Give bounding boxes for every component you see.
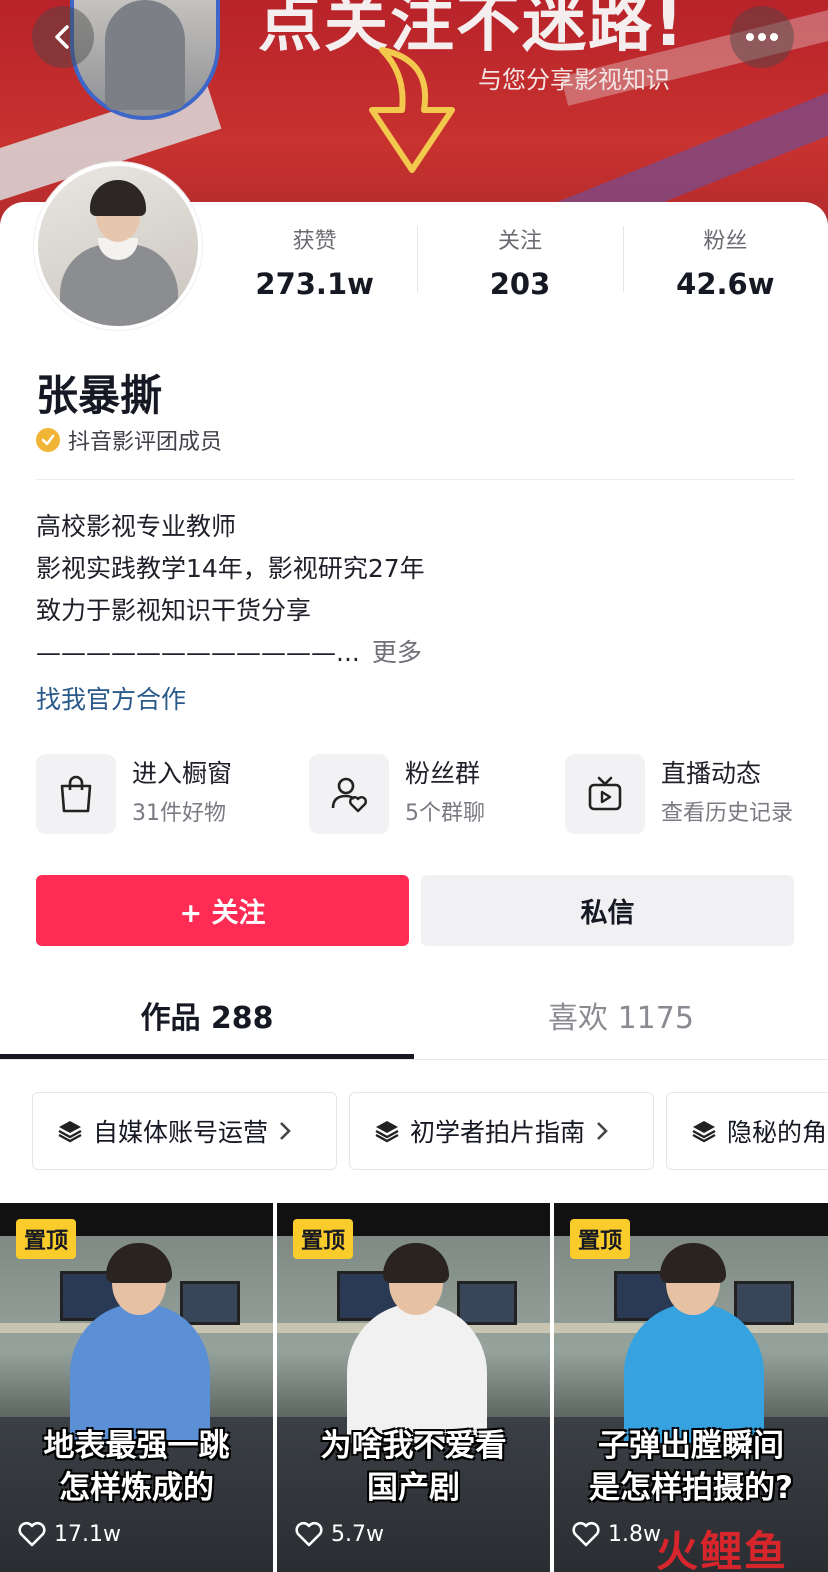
fan-group-icon	[331, 777, 367, 813]
more-button[interactable]	[730, 6, 794, 68]
layers-icon	[375, 1121, 399, 1143]
active-tab-indicator	[0, 1054, 414, 1059]
video-likes: 17.1w	[18, 1521, 121, 1547]
arrow-down-icon	[369, 47, 455, 173]
video-likes: 5.7w	[295, 1521, 384, 1547]
layers-icon	[692, 1121, 716, 1143]
verification-badge[interactable]: 抖音影评团成员	[36, 424, 222, 456]
pinned-badge: 置顶	[293, 1219, 354, 1259]
banner-person-image	[105, 0, 185, 110]
video-thumbnail-person	[347, 1303, 487, 1443]
pinned-badge: 置顶	[570, 1219, 631, 1259]
tab-likes[interactable]: 喜欢 1175	[414, 984, 828, 1054]
chevron-right-icon	[597, 1122, 608, 1140]
shopping-bag-icon	[60, 775, 92, 813]
stat-label: 关注	[497, 229, 542, 254]
collection-label: 初学者拍片指南	[410, 1118, 586, 1147]
likes-count: 5.7w	[331, 1521, 384, 1547]
banner-subtitle: 与您分享影视知识	[478, 66, 670, 94]
feature-subtitle: 31件好物	[132, 801, 226, 826]
feature-live-history[interactable]: 直播动态 查看历史记录	[565, 754, 793, 834]
avatar[interactable]	[34, 162, 202, 330]
video-tile[interactable]: 置顶 子弹出膛瞬间 是怎样拍摄的? 1.8w	[554, 1203, 828, 1572]
layers-icon	[58, 1121, 82, 1143]
profile-stats: 获赞 273.1w 关注 203 粉丝 42.6w	[212, 226, 828, 301]
divider	[36, 479, 794, 480]
bio-line: 致力于影视知识干货分享	[36, 596, 312, 625]
likes-count: 1.8w	[608, 1521, 661, 1547]
video-tile[interactable]: 置顶 地表最强一跳 怎样炼成的 17.1w	[0, 1203, 273, 1572]
live-tv-icon	[588, 776, 622, 811]
collection-label: 隐秘的角	[727, 1118, 828, 1147]
verified-check-icon	[36, 428, 60, 452]
video-caption: 为啥我不爱看 国产剧	[320, 1428, 507, 1506]
stat-followers[interactable]: 粉丝 42.6w	[622, 226, 828, 301]
collection-label: 自媒体账号运营	[93, 1118, 269, 1147]
pinned-badge: 置顶	[16, 1219, 77, 1259]
collection-item[interactable]: 初学者拍片指南	[349, 1092, 654, 1170]
bio-more-link[interactable]: 更多	[372, 638, 422, 667]
feature-fan-group[interactable]: 粉丝群 5个群聊	[309, 754, 485, 834]
feature-row: 进入橱窗 31件好物 粉丝群 5个群聊 直播动态 查看历史记录	[36, 754, 828, 836]
profile-bio: 高校影视专业教师 影视实践教学14年，影视研究27年 致力于影视知识干货分享 —…	[36, 506, 425, 674]
likes-count: 17.1w	[54, 1521, 121, 1547]
video-caption: 子弹出膛瞬间 是怎样拍摄的?	[589, 1428, 793, 1506]
heart-icon	[572, 1521, 600, 1547]
video-likes: 1.8w	[572, 1521, 661, 1547]
heart-icon	[18, 1521, 46, 1547]
feature-title: 粉丝群	[405, 759, 481, 788]
feature-shop-window[interactable]: 进入橱窗 31件好物	[36, 754, 232, 834]
message-button[interactable]: 私信	[421, 875, 794, 946]
stat-following[interactable]: 关注 203	[417, 226, 622, 301]
feature-subtitle: 查看历史记录	[661, 801, 794, 826]
bio-line: ————————————...	[36, 638, 360, 667]
chevron-right-icon	[280, 1122, 291, 1140]
feature-subtitle: 5个群聊	[405, 801, 485, 826]
stat-likes[interactable]: 获赞 273.1w	[212, 226, 417, 301]
bio-line: 高校影视专业教师	[36, 512, 237, 541]
badge-label: 抖音影评团成员	[68, 430, 223, 455]
ellipsis-icon	[746, 33, 778, 41]
video-tile[interactable]: 置顶 为啥我不爱看 国产剧 5.7w	[277, 1203, 550, 1572]
watermark-logo: 火鲤鱼	[656, 1527, 789, 1572]
collection-item[interactable]: 隐秘的角	[666, 1092, 828, 1170]
content-tabs: 作品 288 喜欢 1175	[0, 984, 828, 1060]
back-button[interactable]	[32, 6, 94, 68]
stat-value: 203	[489, 267, 551, 301]
video-grid: 置顶 地表最强一跳 怎样炼成的 17.1w 置顶 为啥我不爱看 国产剧 5.7w	[0, 1203, 828, 1572]
video-caption: 地表最强一跳 怎样炼成的	[43, 1428, 230, 1506]
chevron-left-icon	[55, 25, 69, 49]
tab-works[interactable]: 作品 288	[0, 984, 414, 1054]
video-thumbnail-person	[70, 1303, 210, 1443]
collection-row: 自媒体账号运营 初学者拍片指南 隐秘的角	[32, 1092, 828, 1170]
feature-title: 直播动态	[661, 759, 762, 788]
stat-label: 粉丝	[703, 229, 748, 254]
stat-value: 273.1w	[255, 267, 374, 301]
bio-line: 影视实践教学14年，影视研究27年	[36, 554, 425, 583]
heart-icon	[295, 1521, 323, 1547]
stat-value: 42.6w	[676, 267, 775, 301]
cooperation-link[interactable]: 找我官方合作	[36, 680, 186, 716]
follow-button[interactable]: + 关注	[36, 875, 409, 946]
profile-name: 张暴撕	[36, 371, 163, 420]
video-thumbnail-person	[624, 1303, 764, 1443]
stat-label: 获赞	[292, 229, 337, 254]
collection-item[interactable]: 自媒体账号运营	[32, 1092, 337, 1170]
feature-title: 进入橱窗	[132, 759, 233, 788]
